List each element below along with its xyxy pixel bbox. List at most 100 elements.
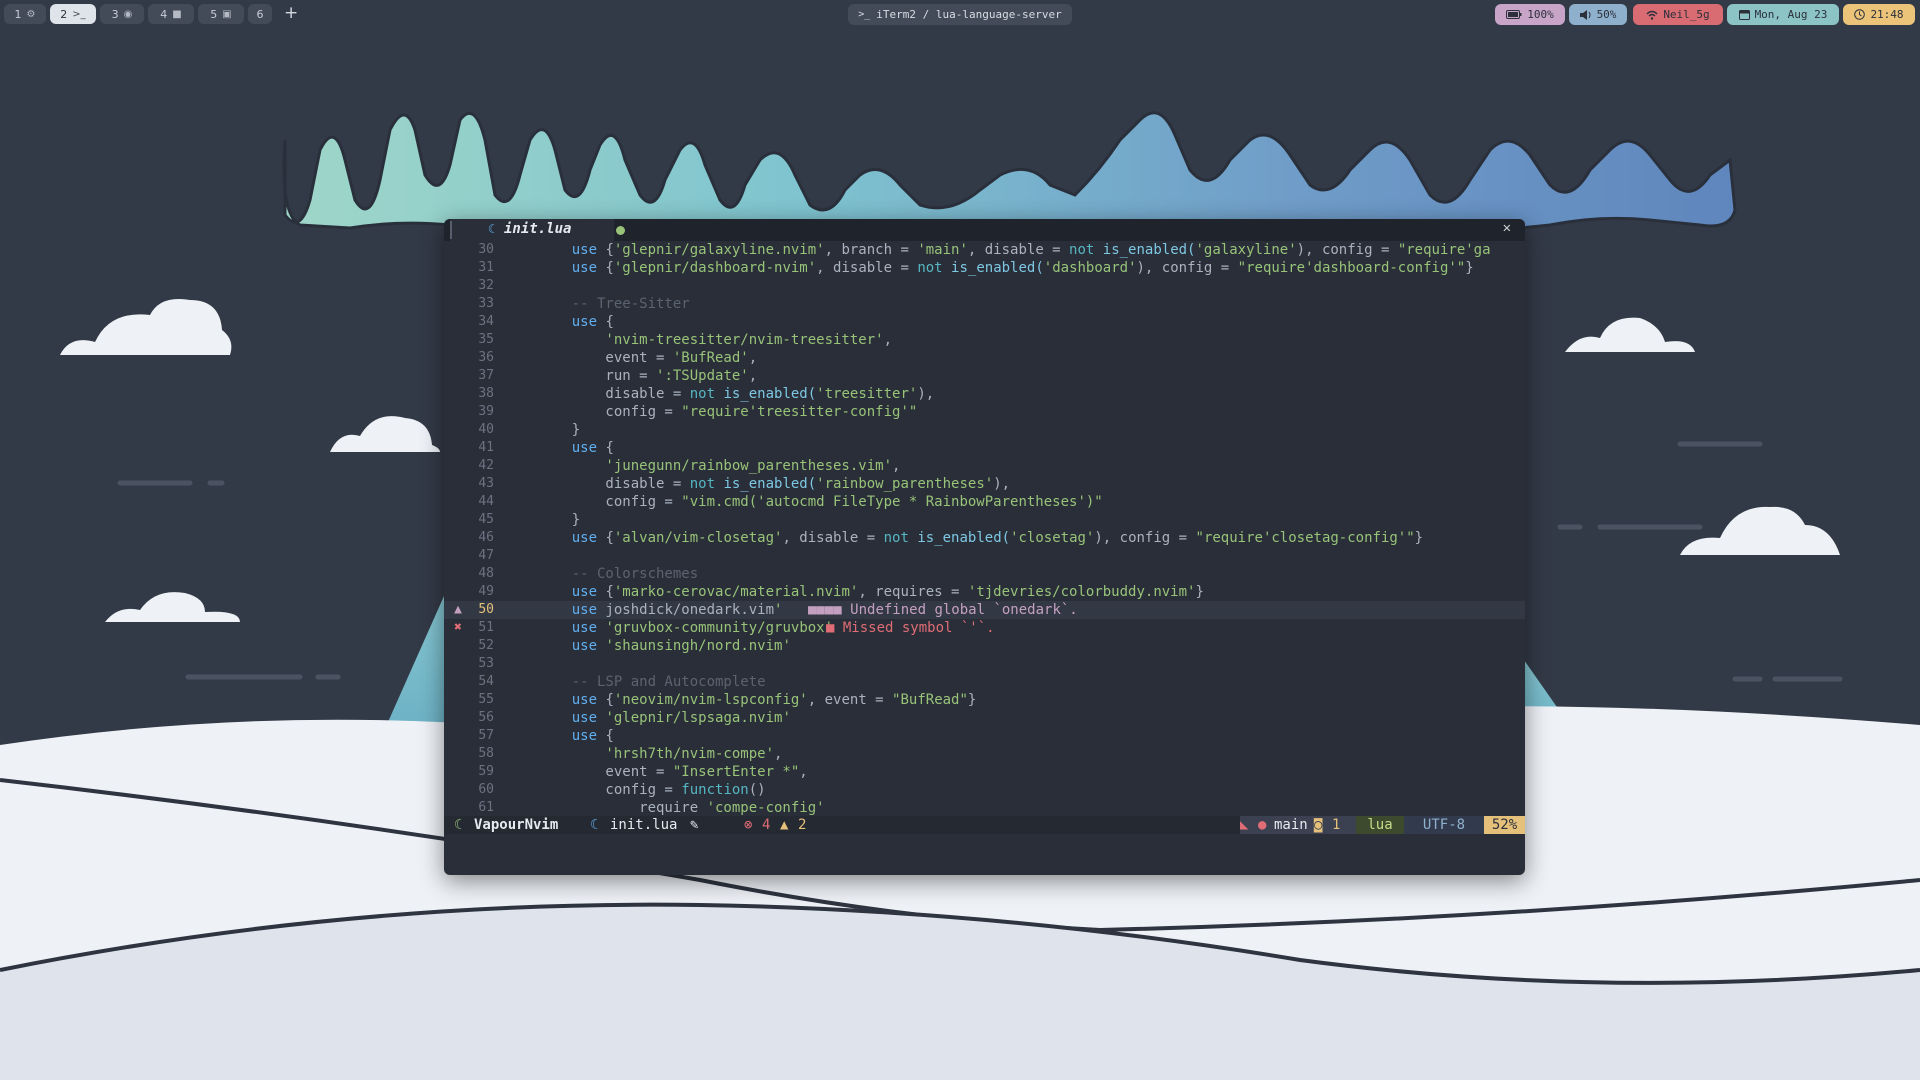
line-number: 44 [478, 494, 494, 509]
code-line[interactable]: 32 [444, 277, 1525, 295]
camera-icon: ■ [172, 8, 182, 20]
workspace-1[interactable]: 1 ⚙ [4, 4, 46, 24]
code-line[interactable]: 36 event = 'BufRead', [444, 349, 1525, 367]
clock-status[interactable]: 21:48 [1843, 4, 1915, 25]
code-line[interactable]: 39 config = "require'treesitter-config'" [444, 403, 1525, 421]
code-line[interactable]: 52 use 'shaunsingh/nord.nvim' [444, 637, 1525, 655]
line-number: 41 [478, 440, 494, 455]
line-number: 49 [478, 584, 494, 599]
code-line[interactable]: 41 use { [444, 439, 1525, 457]
workspace-3[interactable]: 3 ◉ [100, 4, 144, 24]
code-line[interactable]: ▲ 50 use joshdick/onedark.vim' ■■■■ Undefi… [444, 601, 1525, 619]
line-number: 33 [478, 296, 494, 311]
code-line[interactable]: ✖ 51 use 'gruvbox-community/gruvbox' ■ Mis… [444, 619, 1525, 637]
line-number: 52 [478, 638, 494, 653]
wifi-network: Neil_5g [1663, 8, 1710, 21]
workspace-number: 3 [111, 7, 119, 21]
terminal-window[interactable]: ☾ init.lua ✕ 30 use {'glepnir/galaxyline… [444, 219, 1525, 875]
code-line[interactable]: 53 [444, 655, 1525, 673]
github-icon: ● [1258, 817, 1267, 833]
line-number: 34 [478, 314, 494, 329]
line-text: -- Tree-Sitter [538, 296, 690, 312]
code-line[interactable]: 55 use {'neovim/nvim-lspconfig', event =… [444, 691, 1525, 709]
mode-label: VapourNvim [474, 817, 559, 833]
line-text: require 'compe-config' [538, 800, 825, 816]
code-line[interactable]: 61 require 'compe-config' [444, 799, 1525, 817]
workspace-number: 2 [60, 7, 68, 21]
volume-status[interactable]: 50% [1569, 4, 1627, 25]
code-line[interactable]: 30 use {'glepnir/galaxyline.nvim', branc… [444, 241, 1525, 259]
workspace-2[interactable]: 2 >_ [50, 4, 96, 24]
line-text: -- LSP and Autocomplete [538, 674, 766, 690]
buffer-tabline: ☾ init.lua ✕ [444, 219, 1525, 241]
code-line[interactable]: 46 use {'alvan/vim-closetag', disable = … [444, 529, 1525, 547]
code-line[interactable]: 45 } [444, 511, 1525, 529]
close-icon[interactable]: ✕ [1503, 220, 1511, 236]
diagnostic-marker-icon: ■ [826, 620, 843, 636]
battery-icon [1506, 10, 1522, 19]
line-text: use { [571, 440, 614, 456]
diagnostic-message: Missed symbol `'`. [842, 620, 995, 636]
workspace-number: 4 [160, 7, 168, 21]
code-line[interactable]: 42 'junegunn/rainbow_parentheses.vim', [444, 457, 1525, 475]
git-changes-count: 1 [1332, 817, 1341, 833]
add-workspace-button[interactable]: + [284, 3, 298, 23]
status-file-name: init.lua [610, 817, 678, 833]
volume-icon [1579, 9, 1591, 20]
git-changes-icon: ◙ [1314, 817, 1323, 833]
terminal-icon: >_ [72, 8, 86, 20]
terminal-icon: >_ [858, 9, 871, 20]
code-line[interactable]: 60 config = function() [444, 781, 1525, 799]
code-line[interactable]: 37 run = ':TSUpdate', [444, 367, 1525, 385]
window-title: >_ iTerm2 / lua-language-server [848, 4, 1072, 25]
code-line[interactable]: 48 -- Colorschemes [444, 565, 1525, 583]
git-branch-icon: ◣ [1240, 817, 1249, 833]
line-text: use 'shaunsingh/nord.nvim' [571, 638, 791, 654]
line-number: 38 [478, 386, 494, 401]
volume-level: 50% [1596, 8, 1617, 21]
line-text: event = 'BufRead', [538, 350, 758, 366]
error-icon: ⊗ [744, 817, 753, 833]
code-line[interactable]: 56 use 'glepnir/lspsaga.nvim' [444, 709, 1525, 727]
code-line[interactable]: 59 event = "InsertEnter *", [444, 763, 1525, 781]
modified-indicator [616, 226, 625, 235]
code-line[interactable]: 40 } [444, 421, 1525, 439]
code-line[interactable]: 43 disable = not is_enabled('rainbow_par… [444, 475, 1525, 493]
code-line[interactable]: 34 use { [444, 313, 1525, 331]
code-line[interactable]: 33 -- Tree-Sitter [444, 295, 1525, 313]
line-number: 58 [478, 746, 494, 761]
line-number: 46 [478, 530, 494, 545]
code-line[interactable]: 47 [444, 547, 1525, 565]
line-text: 'junegunn/rainbow_parentheses.vim', [538, 458, 901, 474]
line-number: 48 [478, 566, 494, 581]
warning-count: 2 [798, 817, 807, 833]
code-line[interactable]: 54 -- LSP and Autocomplete [444, 673, 1525, 691]
error-diagnostic: ■ Missed symbol `'`. [826, 619, 995, 637]
battery-level: 100% [1527, 8, 1554, 21]
code-line[interactable]: 49 use {'marko-cerovac/material.nvim', r… [444, 583, 1525, 601]
line-number: 54 [478, 674, 494, 689]
code-line[interactable]: 35 'nvim-treesitter/nvim-treesitter', [444, 331, 1525, 349]
workspace-6[interactable]: 6 [248, 4, 272, 24]
code-line[interactable]: 57 use { [444, 727, 1525, 745]
line-number: 55 [478, 692, 494, 707]
workspace-number: 5 [210, 7, 218, 21]
code-line[interactable]: 31 use {'glepnir/dashboard-nvim', disabl… [444, 259, 1525, 277]
workspace-5[interactable]: 5 ▣ [198, 4, 244, 24]
code-line[interactable]: 44 config = "vim.cmd('autocmd FileType *… [444, 493, 1525, 511]
wifi-status[interactable]: Neil_5g [1633, 4, 1723, 25]
date-status[interactable]: Mon, Aug 23 [1727, 4, 1839, 25]
code-line[interactable]: 38 disable = not is_enabled('treesitter'… [444, 385, 1525, 403]
buffer-tab-init-lua[interactable]: ☾ init.lua [450, 219, 625, 241]
workspace-4[interactable]: 4 ■ [148, 4, 194, 24]
buffer-tab-label: init.lua [504, 221, 572, 237]
battery-status[interactable]: 100% [1495, 4, 1565, 25]
menu-bar: 1 ⚙ 2 >_ 3 ◉ 4 ■ 5 ▣ 6 + >_ iTerm2 / lua… [0, 0, 1920, 30]
calendar-icon [1738, 10, 1750, 20]
encoding: UTF-8 [1404, 816, 1484, 834]
line-number: 32 [478, 278, 494, 293]
line-text: use 'gruvbox-community/gruvbox' [571, 620, 834, 636]
code-line[interactable]: 58 'hrsh7th/nvim-compe', [444, 745, 1525, 763]
line-text: } [538, 512, 581, 528]
line-number: 37 [478, 368, 494, 383]
